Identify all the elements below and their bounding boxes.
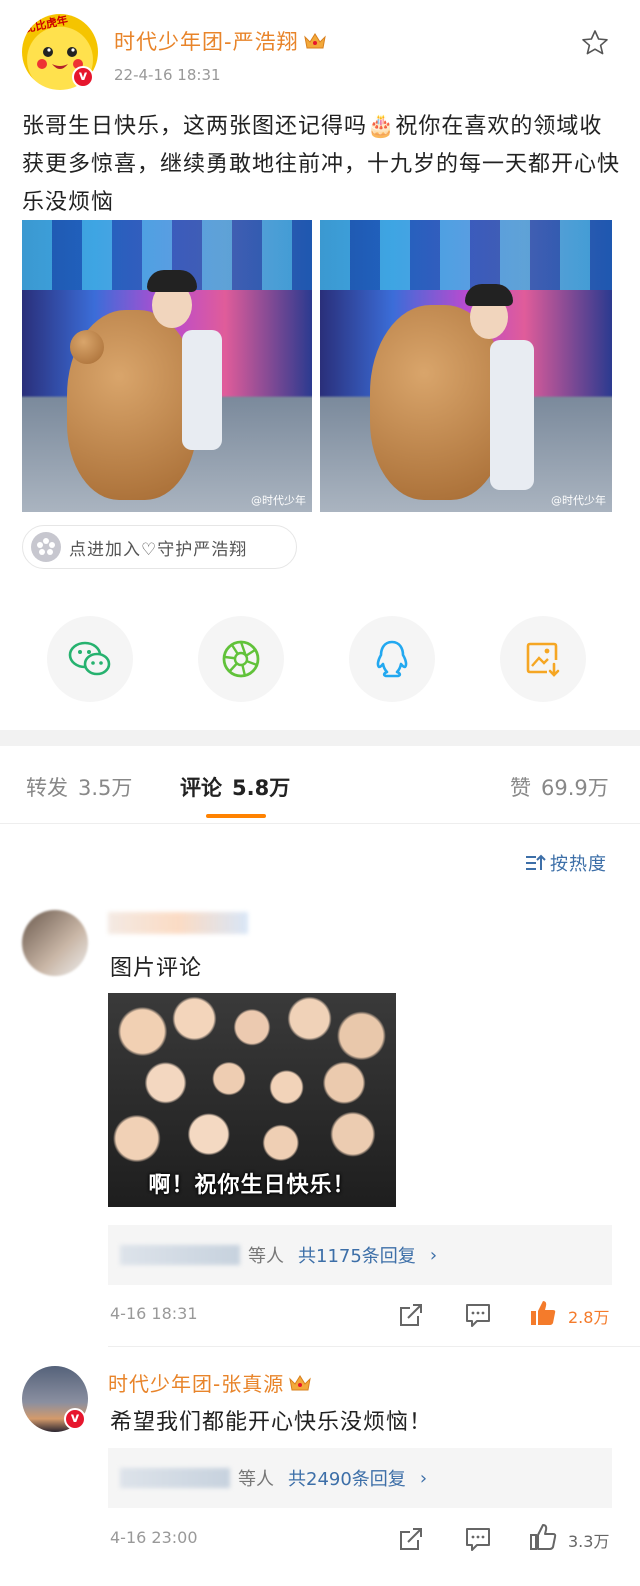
meme-caption: 啊！祝你生日快乐！ (148, 1173, 356, 1198)
crown-icon (303, 33, 326, 49)
share-qq-button[interactable] (349, 616, 435, 702)
save-image-button[interactable] (500, 616, 586, 702)
like-thumb-icon[interactable] (528, 1298, 558, 1328)
tab-repost-label: 转发 (26, 776, 68, 800)
active-tab-indicator (206, 814, 266, 818)
post-image-1[interactable]: @时代少年 (22, 220, 312, 512)
share-wechat-button[interactable] (47, 616, 133, 702)
commenter-name[interactable]: 时代少年团-张真源 (108, 1368, 312, 1397)
comment-icon[interactable] (463, 1524, 493, 1554)
sort-by-hot-button[interactable]: 按热度 (524, 850, 607, 876)
crown-icon (289, 1375, 311, 1391)
verified-badge-icon: v (72, 66, 94, 88)
comment-like-count: 3.3万 (568, 1532, 610, 1551)
guard-label: 点进加入♡守护严浩翔 (69, 539, 248, 560)
avatar-tag: 比比虎年 (23, 14, 69, 36)
verified-badge-icon: v (64, 1408, 86, 1430)
sort-icon (526, 854, 546, 870)
share-moments-button[interactable] (198, 616, 284, 702)
comment-time: 4-16 18:31 (110, 1304, 198, 1323)
wechat-icon (68, 641, 111, 676)
person-hair (147, 270, 197, 292)
guard-join-button[interactable]: 点进加入♡守护严浩翔 (22, 525, 297, 569)
post-author-name[interactable]: 时代少年团-严浩翔 (114, 26, 327, 56)
post-image-2[interactable]: @时代少年 (320, 220, 612, 512)
comment-time: 4-16 23:00 (110, 1528, 198, 1547)
image-watermark: @时代少年 (551, 494, 606, 507)
comment-like-count: 2.8万 (568, 1308, 610, 1327)
interaction-tabs: 转发 3.5万 评论 5.8万 赞 69.9万 (0, 746, 640, 824)
tab-repost[interactable]: 转发 3.5万 (26, 772, 132, 802)
comment-separator (108, 1346, 640, 1347)
repost-count: 3.5万 (78, 776, 133, 800)
comment-icon[interactable] (463, 1300, 493, 1330)
chevron-right-icon: › (419, 1467, 428, 1489)
person-shirt (182, 330, 222, 450)
like-count: 69.9万 (541, 776, 609, 800)
replier-name-blurred (120, 1245, 240, 1265)
sort-label: 按热度 (550, 854, 607, 875)
reply-count: 共2490条回复 (288, 1469, 406, 1490)
favorite-star-icon[interactable] (580, 28, 610, 58)
replies-summary[interactable]: 等人 共1175条回复 › (108, 1225, 612, 1285)
reply-who: 等人 (238, 1469, 274, 1490)
comment-count: 5.8万 (232, 776, 291, 800)
replier-name-blurred (120, 1468, 230, 1488)
photo-stage-lights (320, 220, 612, 290)
tab-likes[interactable]: 赞 69.9万 (510, 772, 609, 802)
chevron-right-icon: › (429, 1244, 438, 1266)
comment-image[interactable]: 啊！祝你生日快乐！ (108, 993, 396, 1207)
tab-likes-label: 赞 (510, 776, 531, 800)
save-image-icon (526, 642, 560, 677)
moments-icon (222, 640, 260, 678)
qq-icon (376, 640, 408, 678)
commenter-name-label: 时代少年团-张真源 (108, 1372, 285, 1396)
comment-text: 希望我们都能开心快乐没烦恼！ (110, 1410, 433, 1435)
section-divider (0, 730, 640, 746)
commenter-name-blurred[interactable] (108, 912, 248, 934)
post-author-label: 时代少年团-严浩翔 (114, 30, 299, 54)
share-icon[interactable] (396, 1300, 426, 1330)
flower-icon (31, 532, 61, 562)
like-thumb-icon[interactable] (528, 1522, 558, 1552)
person-shirt (490, 340, 534, 490)
tab-comments[interactable]: 评论 5.8万 (180, 772, 290, 802)
image-watermark: @时代少年 (251, 494, 306, 507)
bear-ear (70, 330, 104, 364)
person-hair (465, 284, 513, 306)
commenter-avatar[interactable] (22, 910, 88, 976)
post-text: 张哥生日快乐，这两张图还记得吗🎂祝你在喜欢的领域收获更多惊喜，继续勇敢地往前冲，… (22, 114, 621, 215)
reply-count: 共1175条回复 (298, 1246, 416, 1267)
tab-comments-label: 评论 (180, 776, 222, 800)
replies-summary[interactable]: 等人 共2490条回复 › (108, 1448, 612, 1508)
share-icon[interactable] (396, 1524, 426, 1554)
comment-text: 图片评论 (110, 956, 203, 981)
post-time: 22-4-16 18:31 (114, 66, 221, 84)
reply-who: 等人 (248, 1246, 284, 1267)
